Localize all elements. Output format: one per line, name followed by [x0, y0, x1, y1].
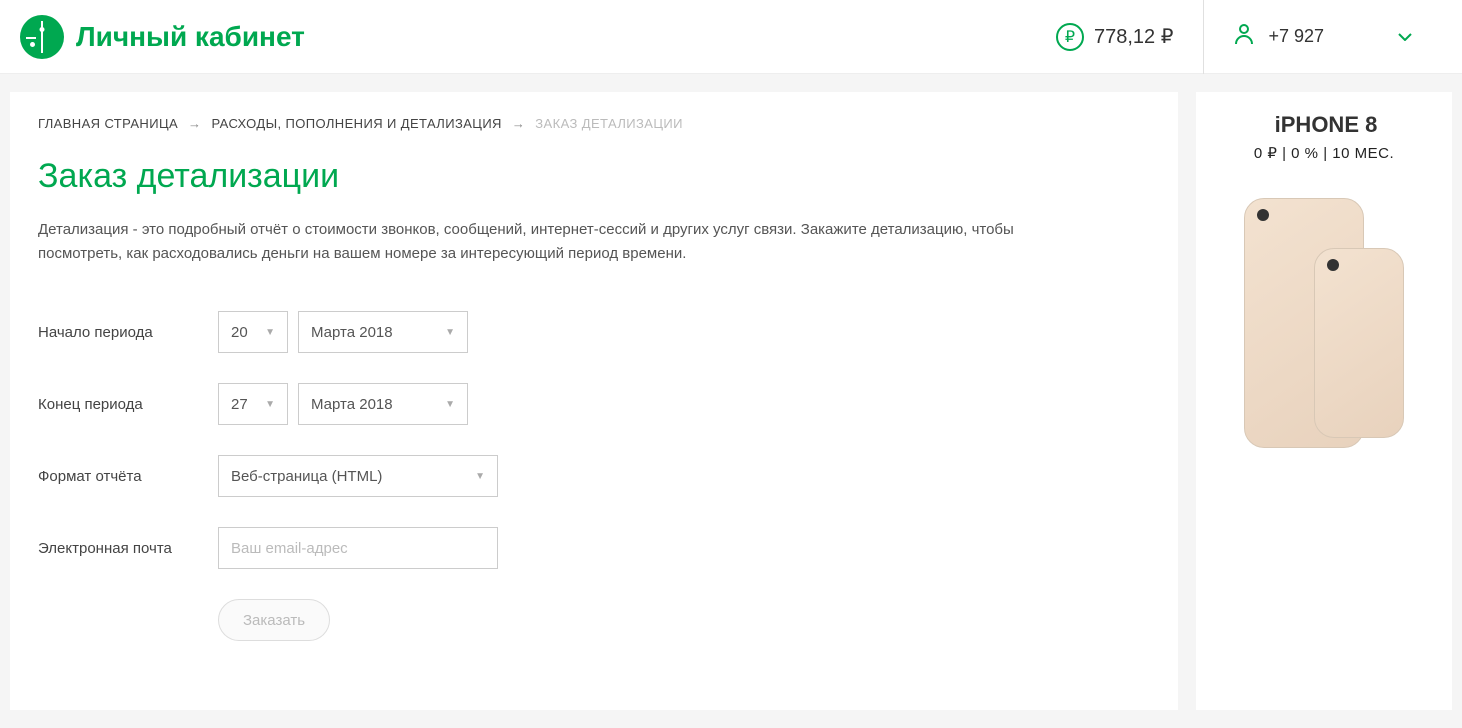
breadcrumb-section[interactable]: РАСХОДЫ, ПОПОЛНЕНИЯ И ДЕТАЛИЗАЦИЯ — [211, 116, 501, 131]
email-field[interactable] — [218, 527, 498, 569]
phone-number: +7 927 — [1268, 26, 1324, 47]
balance-amount: 778,12 ₽ — [1094, 24, 1173, 49]
phone-selector[interactable]: +7 927 — [1203, 0, 1442, 74]
breadcrumb-home[interactable]: ГЛАВНАЯ СТРАНИЦА — [38, 116, 178, 131]
report-format-select[interactable]: Веб-страница (HTML) ▼ — [218, 455, 498, 497]
user-icon — [1234, 23, 1254, 50]
page-title: Заказ детализации — [38, 157, 1150, 196]
start-day-select[interactable]: 20 ▼ — [218, 311, 288, 353]
dropdown-icon: ▼ — [475, 471, 485, 482]
dropdown-icon: ▼ — [265, 399, 275, 410]
breadcrumb-current: ЗАКАЗ ДЕТАЛИЗАЦИИ — [535, 116, 683, 131]
breadcrumb: ГЛАВНАЯ СТРАНИЦА → РАСХОДЫ, ПОПОЛНЕНИЯ И… — [38, 116, 1150, 131]
header: Личный кабинет ₽ 778,12 ₽ +7 927 — [0, 0, 1462, 74]
dropdown-icon: ▼ — [445, 327, 455, 338]
brand-icon — [20, 15, 64, 59]
end-period-label: Конец периода — [38, 394, 218, 415]
promo-image — [1206, 188, 1442, 488]
order-button[interactable]: Заказать — [218, 599, 330, 641]
promo-subtitle: 0 ₽ | 0 % | 10 МЕС. — [1206, 144, 1442, 162]
start-month-select[interactable]: Марта 2018 ▼ — [298, 311, 468, 353]
ruble-icon: ₽ — [1056, 23, 1084, 51]
chevron-down-icon — [1398, 28, 1412, 46]
arrow-icon: → — [188, 116, 201, 131]
start-period-label: Начало периода — [38, 322, 218, 343]
balance-display[interactable]: ₽ 778,12 ₽ — [1026, 23, 1203, 51]
end-day-select[interactable]: 27 ▼ — [218, 383, 288, 425]
dropdown-icon: ▼ — [445, 399, 455, 410]
arrow-icon: → — [512, 116, 525, 131]
end-month-select[interactable]: Марта 2018 ▼ — [298, 383, 468, 425]
email-label: Электронная почта — [38, 538, 218, 559]
page-description: Детализация - это подробный отчёт о стои… — [38, 218, 1098, 266]
format-label: Формат отчёта — [38, 466, 218, 487]
logo-text: Личный кабинет — [76, 21, 305, 53]
promo-title: iPHONE 8 — [1206, 112, 1442, 138]
promo-banner[interactable]: iPHONE 8 0 ₽ | 0 % | 10 МЕС. — [1196, 92, 1452, 710]
logo[interactable]: Личный кабинет — [20, 15, 305, 59]
main-content: ГЛАВНАЯ СТРАНИЦА → РАСХОДЫ, ПОПОЛНЕНИЯ И… — [10, 92, 1178, 710]
dropdown-icon: ▼ — [265, 327, 275, 338]
